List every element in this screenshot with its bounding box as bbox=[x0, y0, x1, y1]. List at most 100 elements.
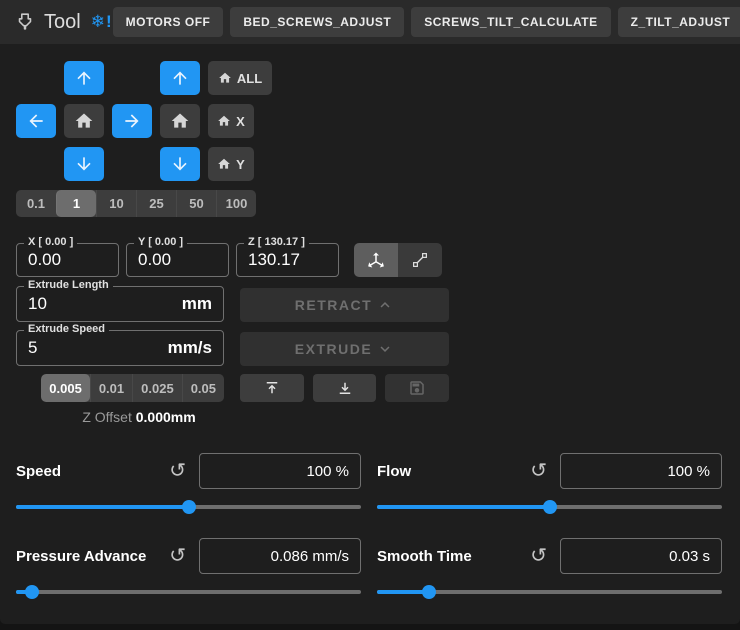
vector-line-icon bbox=[411, 251, 429, 269]
speed-input[interactable]: 100 % bbox=[199, 453, 361, 489]
slider-thumb[interactable] bbox=[182, 500, 196, 514]
home-xy-button[interactable] bbox=[64, 104, 104, 138]
position-z-field[interactable]: Z [ 130.17 ] 130.17 bbox=[236, 243, 339, 277]
reset-icon[interactable]: ↺ bbox=[530, 546, 547, 566]
z-offset-step-0.05[interactable]: 0.05 bbox=[182, 374, 224, 402]
flow-control: Flow ↺ 100 % bbox=[377, 453, 722, 514]
smooth-time-slider[interactable] bbox=[377, 585, 722, 599]
macro-z-tilt-adjust-button[interactable]: Z_TILT_ADJUST bbox=[618, 7, 740, 37]
position-y-value: 0.00 bbox=[138, 250, 171, 270]
macro-motors-off-button[interactable]: MOTORS OFF bbox=[113, 7, 224, 37]
extrude-section: Extrude Length 10 mm Extrude Speed 5 mm/… bbox=[16, 286, 724, 366]
z-offset-down-button[interactable] bbox=[313, 374, 377, 402]
extrude-length-unit: mm bbox=[182, 294, 212, 314]
position-y-label: Y [ 0.00 ] bbox=[134, 236, 187, 248]
move-y-minus-button[interactable] bbox=[64, 147, 104, 181]
axis-move-mode-button[interactable] bbox=[354, 243, 398, 277]
extrude-speed-value: 5 bbox=[28, 338, 37, 358]
position-y-field[interactable]: Y [ 0.00 ] 0.00 bbox=[126, 243, 229, 277]
z-offset-save-button[interactable] bbox=[385, 374, 449, 402]
arrow-left-icon bbox=[26, 111, 46, 131]
macro-bed-screws-adjust-button[interactable]: BED_SCREWS_ADJUST bbox=[230, 7, 404, 37]
panel-header: Tool ❄! MOTORS OFF BED_SCREWS_ADJUST SCR… bbox=[0, 0, 740, 44]
extrude-length-value: 10 bbox=[28, 294, 47, 314]
z-offset-readout: Z Offset 0.000mm bbox=[54, 409, 224, 425]
move-x-minus-button[interactable] bbox=[16, 104, 56, 138]
smooth-time-input[interactable]: 0.03 s bbox=[560, 538, 722, 574]
flow-input[interactable]: 100 % bbox=[560, 453, 722, 489]
extrude-button[interactable]: EXTRUDE bbox=[240, 332, 449, 366]
flow-value: 100 % bbox=[667, 463, 710, 480]
chevron-up-icon bbox=[376, 296, 394, 314]
move-step-1[interactable]: 1 bbox=[56, 190, 96, 217]
z-offset-step-0.025[interactable]: 0.025 bbox=[132, 374, 182, 402]
smooth-time-control: Smooth Time ↺ 0.03 s bbox=[377, 538, 722, 599]
home-z-button[interactable] bbox=[160, 104, 200, 138]
pressure-advance-input[interactable]: 0.086 mm/s bbox=[199, 538, 361, 574]
z-offset-step-group: 0.005 0.01 0.025 0.05 bbox=[41, 374, 224, 402]
z-offset-up-button[interactable] bbox=[240, 374, 304, 402]
position-x-value: 0.00 bbox=[28, 250, 61, 270]
move-step-50[interactable]: 50 bbox=[176, 190, 216, 217]
move-step-10[interactable]: 10 bbox=[96, 190, 136, 217]
home-icon bbox=[218, 71, 232, 85]
z-offset-step-0.01[interactable]: 0.01 bbox=[90, 374, 132, 402]
flow-label: Flow bbox=[377, 463, 530, 480]
arrow-down-icon bbox=[74, 154, 94, 174]
arrow-collapse-up-icon bbox=[263, 379, 281, 397]
arrow-collapse-down-icon bbox=[336, 379, 354, 397]
extrude-length-label: Extrude Length bbox=[24, 279, 113, 291]
position-x-field[interactable]: X [ 0.00 ] 0.00 bbox=[16, 243, 119, 277]
slider-thumb[interactable] bbox=[422, 585, 436, 599]
speed-value: 100 % bbox=[306, 463, 349, 480]
home-x-button[interactable]: X bbox=[208, 104, 254, 138]
smooth-time-label: Smooth Time bbox=[377, 548, 530, 565]
arrow-right-icon bbox=[122, 111, 142, 131]
jog-pad: ALL X bbox=[16, 61, 724, 181]
macro-screws-tilt-calculate-button[interactable]: SCREWS_TILT_CALCULATE bbox=[411, 7, 610, 37]
speed-slider[interactable] bbox=[16, 500, 361, 514]
reset-icon[interactable]: ↺ bbox=[169, 461, 186, 481]
arrow-down-icon bbox=[170, 154, 190, 174]
move-step-0.1[interactable]: 0.1 bbox=[16, 190, 56, 217]
move-z-plus-button[interactable] bbox=[160, 61, 200, 95]
arrow-up-icon bbox=[74, 68, 94, 88]
position-x-label: X [ 0.00 ] bbox=[24, 236, 77, 248]
z-offset-step-0.005[interactable]: 0.005 bbox=[41, 374, 90, 402]
toolhead-panel: Tool ❄! MOTORS OFF BED_SCREWS_ADJUST SCR… bbox=[0, 0, 740, 624]
snowflake-alert-icon: ❄! bbox=[91, 12, 113, 32]
home-all-button[interactable]: ALL bbox=[208, 61, 272, 95]
move-y-plus-button[interactable] bbox=[64, 61, 104, 95]
slider-thumb[interactable] bbox=[25, 585, 39, 599]
extrude-speed-label: Extrude Speed bbox=[24, 323, 109, 335]
pressure-advance-slider[interactable] bbox=[16, 585, 361, 599]
pressure-advance-label: Pressure Advance bbox=[16, 548, 169, 565]
flow-slider[interactable] bbox=[377, 500, 722, 514]
save-icon bbox=[408, 379, 426, 397]
reset-icon[interactable]: ↺ bbox=[530, 461, 547, 481]
slider-thumb[interactable] bbox=[543, 500, 557, 514]
slider-section: Speed ↺ 100 % Flow ↺ 100 % bbox=[16, 453, 724, 599]
move-x-plus-button[interactable] bbox=[112, 104, 152, 138]
position-z-label: Z [ 130.17 ] bbox=[244, 236, 309, 248]
extrude-length-field[interactable]: Extrude Length 10 mm bbox=[16, 286, 224, 322]
retract-button[interactable]: RETRACT bbox=[240, 288, 449, 322]
move-step-25[interactable]: 25 bbox=[136, 190, 176, 217]
vector-move-mode-button[interactable] bbox=[398, 243, 442, 277]
reset-icon[interactable]: ↺ bbox=[169, 546, 186, 566]
move-step-group: 0.1 1 10 25 50 100 bbox=[16, 190, 256, 217]
extrude-speed-unit: mm/s bbox=[168, 338, 212, 358]
pressure-advance-value: 0.086 mm/s bbox=[271, 548, 349, 565]
extrude-speed-field[interactable]: Extrude Speed 5 mm/s bbox=[16, 330, 224, 366]
z-offset-row: 0.005 0.01 0.025 0.05 bbox=[16, 374, 724, 402]
position-row: X [ 0.00 ] 0.00 Y [ 0.00 ] 0.00 Z [ 130.… bbox=[16, 243, 724, 277]
speed-label: Speed bbox=[16, 463, 169, 480]
home-icon bbox=[217, 114, 231, 128]
move-z-minus-button[interactable] bbox=[160, 147, 200, 181]
macro-buttons: MOTORS OFF BED_SCREWS_ADJUST SCREWS_TILT… bbox=[113, 7, 740, 37]
z-offset-value: 0.000mm bbox=[136, 409, 196, 425]
chevron-down-icon bbox=[376, 340, 394, 358]
home-icon bbox=[217, 157, 231, 171]
move-step-100[interactable]: 100 bbox=[216, 190, 256, 217]
home-y-button[interactable]: Y bbox=[208, 147, 254, 181]
